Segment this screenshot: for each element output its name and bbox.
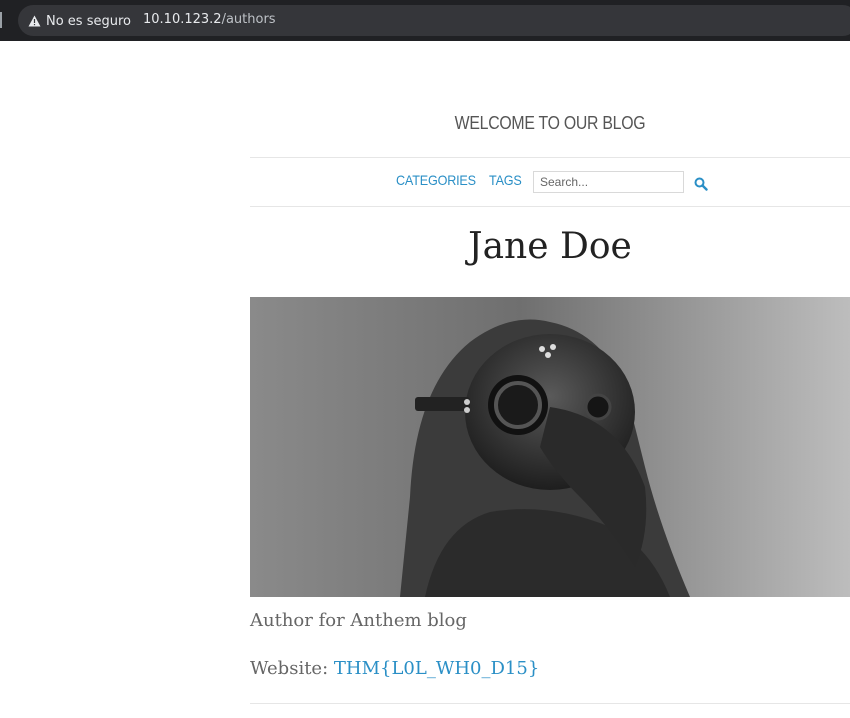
nav-tags-link[interactable]: TAGS xyxy=(489,172,522,188)
url-path: /authors xyxy=(221,12,276,27)
browser-toolbar: No es seguro 10.10.123.2/authors xyxy=(0,0,850,41)
url-host: 10.10.123.2 xyxy=(143,12,222,27)
site-brand[interactable]: Anthem.com xyxy=(250,41,850,66)
security-label: No es seguro xyxy=(46,13,131,29)
divider xyxy=(250,703,850,704)
website-link[interactable]: THM{L0L_WH0_D15} xyxy=(334,658,539,679)
website-label: Website: xyxy=(250,658,329,679)
author-photo xyxy=(250,297,850,597)
tab-edge xyxy=(0,12,2,28)
warning-icon xyxy=(28,15,41,27)
divider xyxy=(250,157,850,158)
author-website: Website: THM{L0L_WH0_D15} xyxy=(250,658,539,679)
author-name: Jane Doe xyxy=(468,226,632,267)
search-input[interactable] xyxy=(533,171,684,193)
search-button[interactable] xyxy=(694,176,710,192)
security-indicator[interactable]: No es seguro xyxy=(28,13,131,29)
url-text[interactable]: 10.10.123.2/authors xyxy=(143,12,276,27)
search-icon xyxy=(694,177,708,191)
author-bio: Author for Anthem blog xyxy=(250,610,467,631)
divider xyxy=(250,206,850,207)
site-tagline: WELCOME TO OUR BLOG xyxy=(454,113,646,133)
site-header: Anthem.com xyxy=(0,41,850,71)
nav-categories-link[interactable]: CATEGORIES xyxy=(396,172,476,188)
